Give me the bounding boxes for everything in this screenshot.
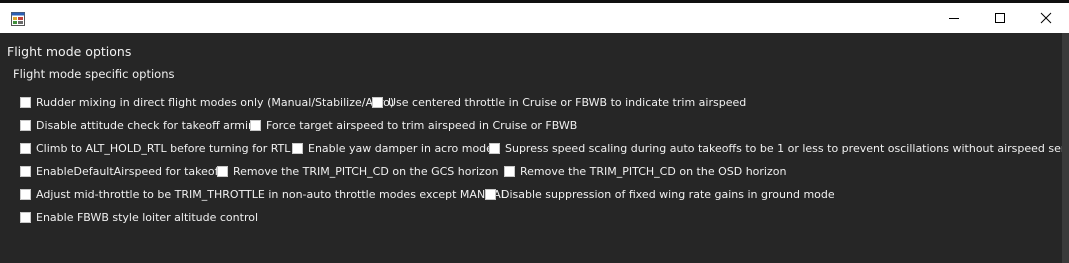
option-checkbox[interactable] [20, 189, 31, 200]
maximize-icon [995, 13, 1005, 23]
option-label: EnableDefaultAirspeed for takeoff [36, 165, 223, 178]
option-checkbox[interactable] [250, 120, 261, 131]
option-checkbox[interactable] [20, 166, 31, 177]
option-label: Disable attitude check for takeoff armin… [36, 119, 262, 132]
option-checkbox[interactable] [292, 143, 303, 154]
maximize-button[interactable] [977, 3, 1023, 33]
option-label: Climb to ALT_HOLD_RTL before turning for… [36, 142, 291, 155]
group-subtitle: Flight mode specific options [13, 67, 175, 81]
option-label: Disable suppression of fixed wing rate g… [501, 188, 835, 201]
close-icon [1040, 12, 1052, 24]
option-checkbox[interactable] [20, 120, 31, 131]
close-button[interactable] [1023, 3, 1069, 33]
option-label: Supress speed scaling during auto takeof… [505, 142, 1069, 155]
option-checkbox[interactable] [485, 189, 496, 200]
option-label: Remove the TRIM_PITCH_CD on the OSD hori… [520, 165, 787, 178]
flight-mode-options-panel: Flight mode options Flight mode specific… [0, 33, 1069, 263]
option-label: Rudder mixing in direct flight modes onl… [36, 96, 395, 109]
option-checkbox[interactable] [20, 97, 31, 108]
option-label: Adjust mid-throttle to be TRIM_THROTTLE … [36, 188, 507, 201]
minimize-button[interactable] [931, 3, 977, 33]
option-checkbox[interactable] [20, 212, 31, 223]
option-checkbox[interactable] [372, 97, 383, 108]
option-label: Remove the TRIM_PITCH_CD on the GCS hori… [233, 165, 499, 178]
option-label: Use centered throttle in Cruise or FBWB … [388, 96, 747, 109]
option-checkbox[interactable] [489, 143, 500, 154]
option-label: Enable yaw damper in acro mode [308, 142, 493, 155]
window-right-edge [1062, 33, 1069, 263]
minimize-icon [949, 18, 959, 19]
title-bar [0, 3, 1069, 33]
option-checkbox[interactable] [504, 166, 515, 177]
option-label: Enable FBWB style loiter altitude contro… [36, 211, 259, 224]
group-title: Flight mode options [7, 44, 132, 59]
app-form-icon [11, 11, 25, 26]
option-label: Force target airspeed to trim airspeed i… [266, 119, 578, 132]
option-checkbox[interactable] [217, 166, 228, 177]
option-checkbox[interactable] [20, 143, 31, 154]
